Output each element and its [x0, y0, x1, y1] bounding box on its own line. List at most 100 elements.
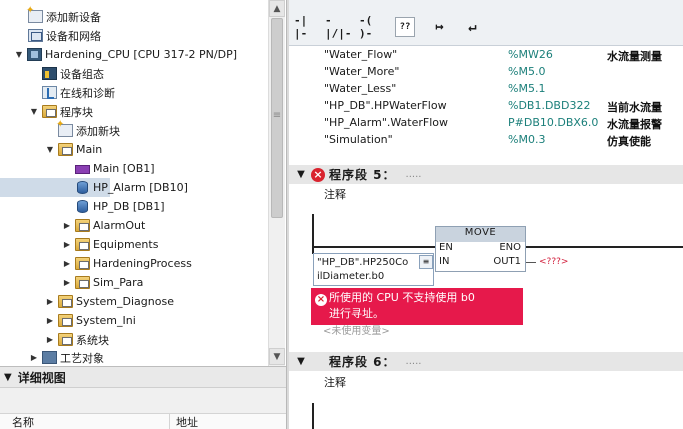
tree-item-main-folder[interactable]: ▼ Main — [0, 140, 268, 159]
expand-arrow-icon[interactable]: ▶ — [62, 221, 72, 231]
network-5-header[interactable]: ▼ × 程序段 5： ..... — [289, 165, 683, 184]
network-title: 程序段 6： — [329, 355, 396, 369]
add-new-icon — [56, 119, 73, 137]
pin-out1: OUT1 — [493, 256, 521, 267]
no-contact-button[interactable]: -| |- — [294, 14, 321, 40]
pin-in: IN — [439, 256, 450, 267]
operand-line-2: ilDiameter.b0 — [317, 271, 385, 282]
network-comment[interactable]: 注释 — [324, 186, 346, 202]
tag-comment: 仿真使能 — [607, 135, 651, 148]
tag-name: "HP_DB".HPWaterFlow — [324, 99, 447, 112]
move-box-title: MOVE — [436, 227, 525, 242]
tree-item-online-diagnostics[interactable]: 在线和诊断 — [0, 83, 268, 102]
collapse-chevron-icon[interactable]: ▼ — [291, 169, 311, 180]
operand-line-1: "HP_DB".HP250Co — [317, 257, 409, 268]
tree-item-hardening-process[interactable]: ▶ HardeningProcess — [0, 254, 268, 273]
tree-item-main-ob1[interactable]: Main [OB1] — [0, 159, 268, 178]
network-icon — [28, 29, 43, 42]
ladder-toolbar: -| |- -|/|- -( )- ?? ↦ ↵ — [289, 0, 683, 46]
tree-item-hp-db[interactable]: HP_DB [DB1] — [0, 197, 268, 216]
expand-arrow-icon[interactable]: ▶ — [62, 259, 72, 269]
expand-arrow-icon[interactable]: ▶ — [29, 353, 39, 363]
tree-item-add-block[interactable]: 添加新块 — [0, 119, 268, 140]
error-icon: × — [315, 293, 327, 306]
network-title: 程序段 5： — [329, 168, 396, 182]
expand-arrow-icon[interactable]: ▶ — [45, 316, 55, 326]
nc-contact-button[interactable]: -|/|- — [325, 14, 352, 40]
tag-name: "Water_Less" — [324, 82, 397, 95]
rung-wire — [526, 246, 683, 248]
folder-icon — [58, 143, 73, 156]
network-title-placeholder[interactable]: ..... — [406, 356, 422, 367]
tree-item-system-blocks[interactable]: ▶ 系统块 — [0, 330, 268, 349]
folder-icon — [75, 276, 90, 289]
tag-name: "HP_Alarm".WaterFlow — [324, 116, 449, 129]
project-tree: 添加新设备 设备和网络 ▼ Hardening_CPU [CPU 317-2 P… — [0, 0, 286, 366]
expand-arrow-icon[interactable]: ▶ — [62, 240, 72, 250]
scroll-down-icon[interactable]: ▼ — [269, 348, 285, 365]
folder-icon — [75, 238, 90, 251]
tree-item-program-blocks[interactable]: ▼ 程序块 — [0, 102, 268, 121]
tree-item-device-config[interactable]: 设备组态 — [0, 64, 268, 83]
detail-view-title: 详细视图 — [17, 370, 66, 385]
pin-eno: ENO — [499, 242, 521, 253]
error-tooltip: × 所使用的 CPU 不支持使用 b0 进行寻址。 — [311, 288, 523, 325]
expand-toggle-icon[interactable]: ▼ — [14, 50, 24, 60]
move-instruction-box[interactable]: MOVE EN ENO IN OUT1 — [435, 226, 526, 272]
close-branch-button[interactable]: ↵ — [459, 14, 486, 40]
operand-input-field[interactable]: "HP_DB".HP250Co ilDiameter.b0 — [313, 253, 434, 286]
tag-comment: 当前水流量 — [607, 101, 662, 114]
network-comment[interactable]: 注释 — [324, 374, 346, 390]
folder-icon — [42, 105, 57, 118]
tree-item-add-device[interactable]: 添加新设备 — [0, 5, 268, 26]
folder-icon — [75, 257, 90, 270]
expand-arrow-icon[interactable]: ▶ — [45, 335, 55, 345]
empty-box-button[interactable]: ?? — [395, 17, 415, 37]
tag-address: %M5.1 — [508, 82, 546, 95]
tree-item-equipments[interactable]: ▶ Equipments — [0, 235, 268, 254]
expand-arrow-icon[interactable]: ▶ — [45, 297, 55, 307]
folder-icon — [58, 333, 73, 346]
column-header-address[interactable]: 地址 — [170, 414, 286, 429]
ob-icon — [75, 165, 90, 174]
tree-item-sim-para[interactable]: ▶ Sim_Para — [0, 273, 268, 292]
network-6-header[interactable]: ▼ 程序段 6： ..... — [289, 352, 683, 371]
expand-arrow-icon[interactable]: ▶ — [62, 278, 72, 288]
power-rail — [312, 403, 314, 429]
open-branch-button[interactable]: ↦ — [426, 14, 453, 40]
tag-name: "Simulation" — [324, 133, 393, 146]
out-wire — [526, 262, 536, 263]
detail-view: ▼ 详细视图 名称 地址 — [0, 366, 286, 429]
tree-item-system-ini[interactable]: ▶ System_Ini — [0, 311, 268, 330]
detail-view-header[interactable]: ▼ 详细视图 — [0, 367, 286, 388]
online-diagnostics-icon — [42, 86, 57, 99]
collapse-chevron-icon[interactable]: ▼ — [4, 372, 12, 383]
folder-icon — [75, 219, 90, 232]
tree-item-hp-alarm[interactable]: HP_Alarm [DB10] — [0, 178, 188, 197]
coil-button[interactable]: -( )- — [359, 14, 386, 40]
tree-item-system-diagnose[interactable]: ▶ System_Diagnose — [0, 292, 268, 311]
tag-name: "Water_Flow" — [324, 48, 398, 61]
db-icon — [77, 181, 88, 194]
folder-icon — [58, 295, 73, 308]
scroll-up-icon[interactable]: ▲ — [269, 0, 285, 17]
collapse-chevron-icon[interactable]: ▼ — [291, 356, 311, 367]
pin-en: EN — [439, 242, 453, 253]
tree-item-tech-objects[interactable]: ▶ 工艺对象 — [0, 348, 268, 366]
tree-item-alarmout[interactable]: ▶ AlarmOut — [0, 216, 268, 235]
column-header-name[interactable]: 名称 — [0, 414, 170, 429]
network-title-placeholder[interactable]: ..... — [406, 169, 422, 180]
output-placeholder[interactable]: <???> — [539, 257, 568, 267]
tag-name: "Water_More" — [324, 65, 400, 78]
tag-address: %MW26 — [508, 48, 553, 61]
error-text-1: 所使用的 CPU 不支持使用 b0 — [329, 291, 475, 304]
tree-item-cpu[interactable]: ▼ Hardening_CPU [CPU 317-2 PN/DP] — [0, 45, 268, 64]
expand-toggle-icon[interactable]: ▼ — [45, 145, 55, 155]
tree-scrollbar[interactable]: ▲ ≡ ▼ — [268, 0, 285, 366]
expand-toggle-icon[interactable]: ▼ — [29, 107, 39, 117]
error-text-2: 进行寻址。 — [329, 306, 384, 320]
tree-item-devices-networks[interactable]: 设备和网络 — [0, 26, 268, 45]
operand-picker-icon[interactable]: ≡ — [419, 255, 433, 269]
tag-address: P#DB10.DBX6.0 — [508, 116, 599, 129]
power-rail — [312, 214, 314, 254]
